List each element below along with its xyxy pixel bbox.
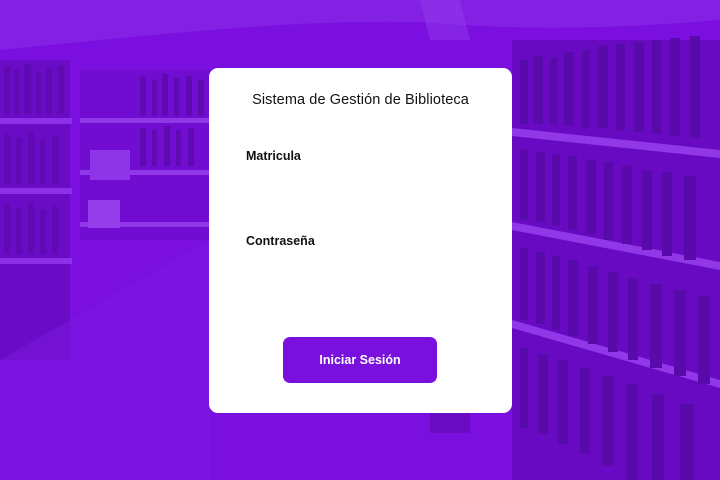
password-input[interactable] bbox=[246, 253, 476, 283]
login-card: Sistema de Gestión de Biblioteca Matricu… bbox=[209, 68, 512, 413]
matricula-input[interactable] bbox=[246, 168, 476, 198]
password-label: Contraseña bbox=[246, 234, 315, 248]
page-title: Sistema de Gestión de Biblioteca bbox=[252, 92, 469, 108]
matricula-label: Matricula bbox=[246, 149, 301, 163]
login-button[interactable]: Iniciar Sesión bbox=[283, 337, 437, 383]
